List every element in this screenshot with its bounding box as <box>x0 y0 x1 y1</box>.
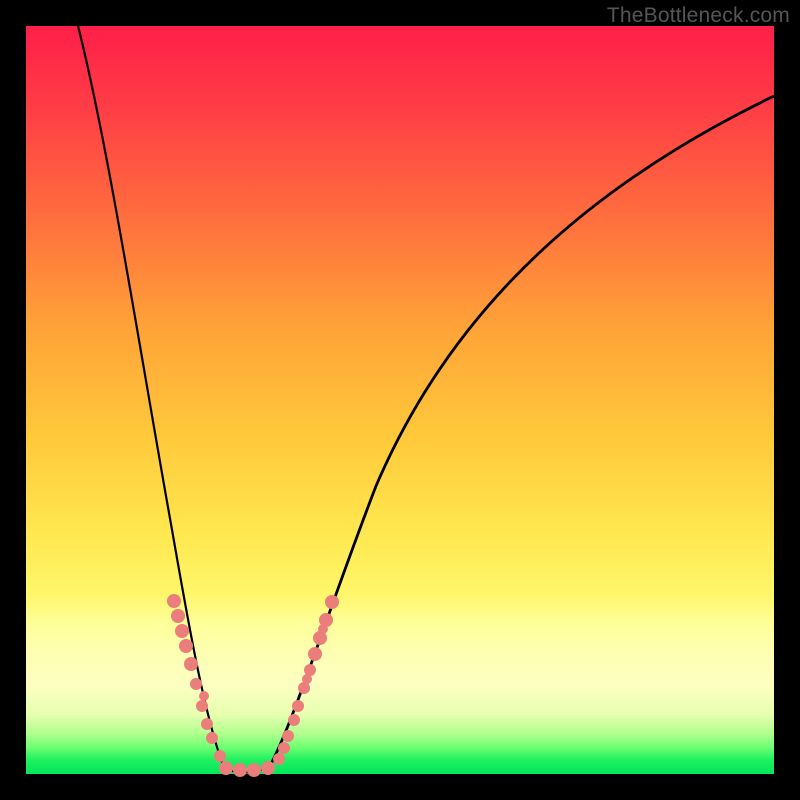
right-curve <box>270 96 774 766</box>
blob-group <box>167 594 339 777</box>
left-curve <box>78 26 224 768</box>
chart-svg <box>26 26 774 774</box>
plot-area <box>26 26 774 774</box>
outer-frame: TheBottleneck.com <box>0 0 800 800</box>
watermark-text: TheBottleneck.com <box>607 4 790 28</box>
